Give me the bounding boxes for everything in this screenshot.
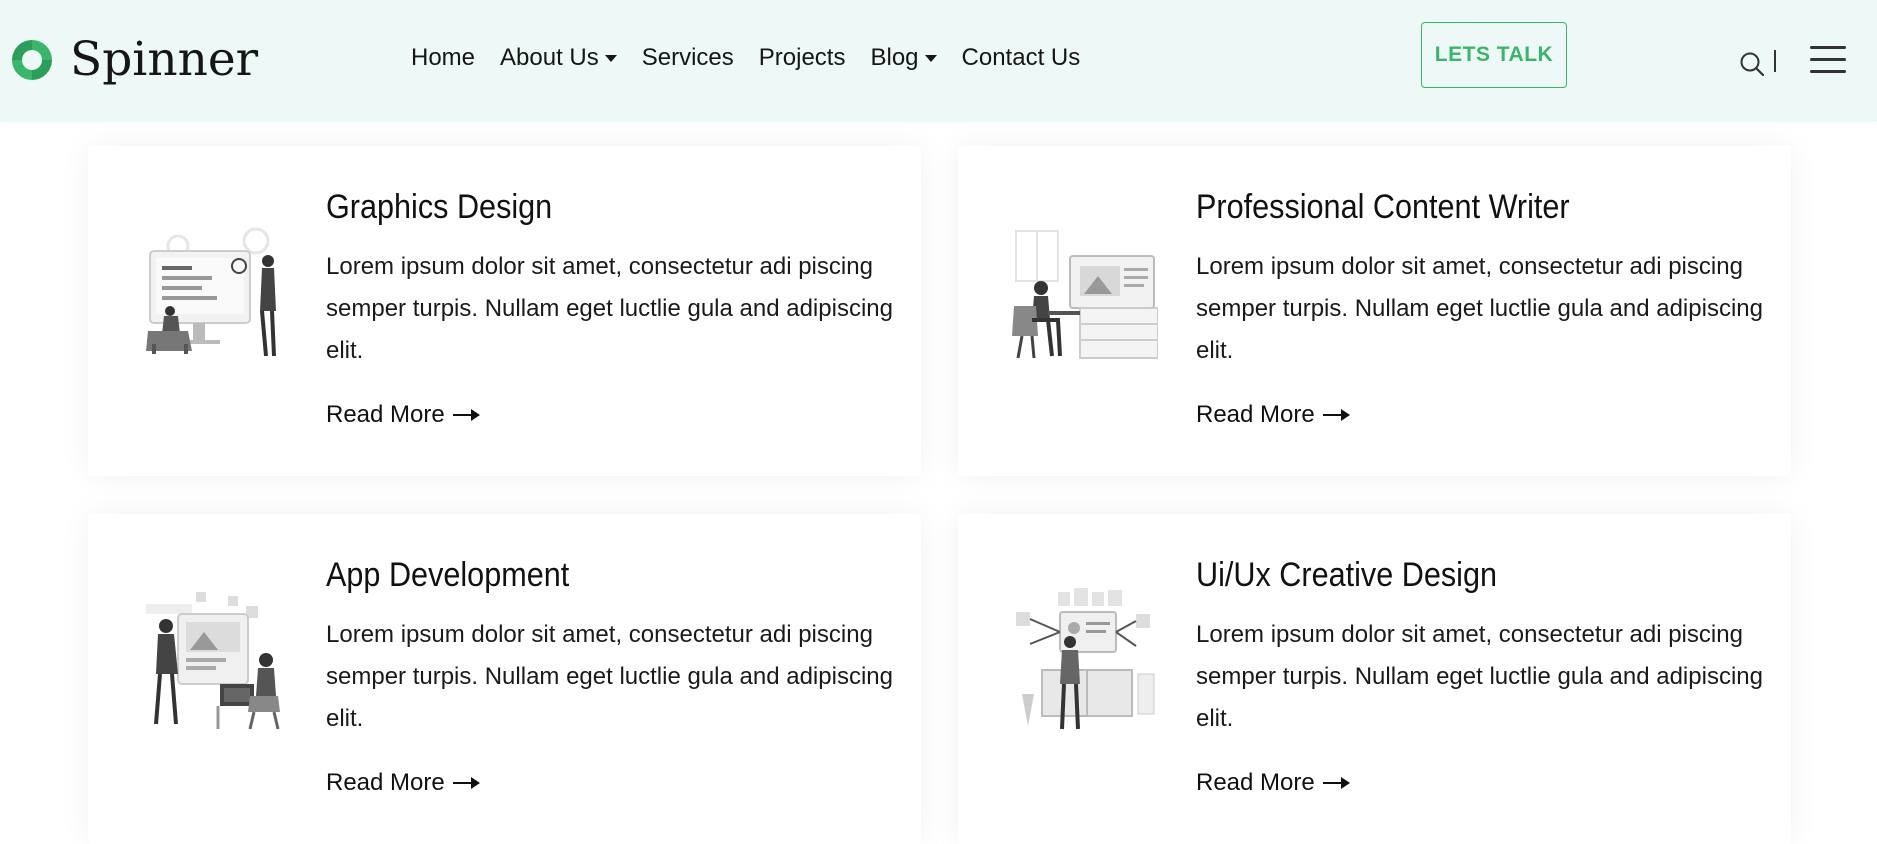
service-card-app-development: App Development Lorem ipsum dolor sit am… [88, 514, 921, 844]
nav-label: Blog [870, 44, 919, 71]
nav-label: Home [411, 44, 476, 71]
spinner-logo-icon [12, 40, 52, 80]
graphics-design-illustration-icon [146, 227, 276, 357]
service-title: Ui/Ux Creative Design [1196, 556, 1498, 594]
ui-ux-design-illustration-icon [1016, 588, 1155, 730]
read-more-label: Read More [326, 401, 445, 428]
read-more-link[interactable]: Read More [1196, 769, 1351, 797]
read-more-link[interactable]: Read More [326, 401, 481, 429]
read-more-label: Read More [1196, 401, 1315, 428]
nav-label: Projects [758, 44, 846, 71]
nav-label: About Us [500, 44, 599, 71]
brand-name: Spinner [70, 32, 259, 87]
read-more-link[interactable]: Read More [326, 769, 481, 797]
service-description: Lorem ipsum dolor sit amet, consectetur … [326, 621, 893, 732]
site-header: Spinner Home About Us Services Projects … [0, 0, 1877, 122]
service-title: Professional Content Writer [1196, 188, 1570, 226]
caret-down-icon [604, 54, 617, 62]
lets-talk-button[interactable]: LETS TALK [1421, 22, 1567, 88]
nav-item-blog[interactable]: Blog [870, 44, 937, 72]
content-writer-illustration-icon [1012, 230, 1158, 359]
app-development-illustration-icon [146, 592, 280, 730]
read-more-label: Read More [326, 769, 445, 796]
service-description: Lorem ipsum dolor sit amet, consectetur … [1196, 621, 1763, 732]
arrow-right-icon [1322, 409, 1350, 421]
nav-item-home[interactable]: Home [411, 44, 475, 72]
read-more-label: Read More [1196, 769, 1315, 796]
brand-logo[interactable]: Spinner [8, 36, 258, 84]
nav-item-contact-us[interactable]: Contact Us [962, 44, 1081, 72]
read-more-link[interactable]: Read More [1196, 401, 1351, 429]
nav-label: Contact Us [961, 44, 1081, 71]
service-description: Lorem ipsum dolor sit amet, consectetur … [326, 253, 893, 364]
nav-item-projects[interactable]: Projects [759, 44, 846, 72]
main-nav: Home About Us Services Projects Blog Con… [411, 44, 1105, 72]
search-icon[interactable] [1738, 50, 1766, 78]
service-card-content-writer: Professional Content Writer Lorem ipsum … [958, 146, 1791, 476]
service-title: Graphics Design [326, 188, 553, 226]
service-card-ui-ux-design: Ui/Ux Creative Design Lorem ipsum dolor … [958, 514, 1791, 844]
caret-down-icon [924, 54, 937, 62]
arrow-right-icon [452, 409, 480, 421]
service-title: App Development [326, 556, 570, 594]
service-description: Lorem ipsum dolor sit amet, consectetur … [1196, 253, 1763, 364]
nav-item-about-us[interactable]: About Us [500, 44, 617, 72]
nav-item-services[interactable]: Services [642, 44, 734, 72]
service-card-graphics-design: Graphics Design Lorem ipsum dolor sit am… [88, 146, 921, 476]
arrow-right-icon [1322, 777, 1350, 789]
hamburger-menu-icon[interactable] [1810, 44, 1846, 76]
nav-label: Services [641, 44, 734, 71]
arrow-right-icon [452, 777, 480, 789]
header-divider [1774, 50, 1776, 72]
